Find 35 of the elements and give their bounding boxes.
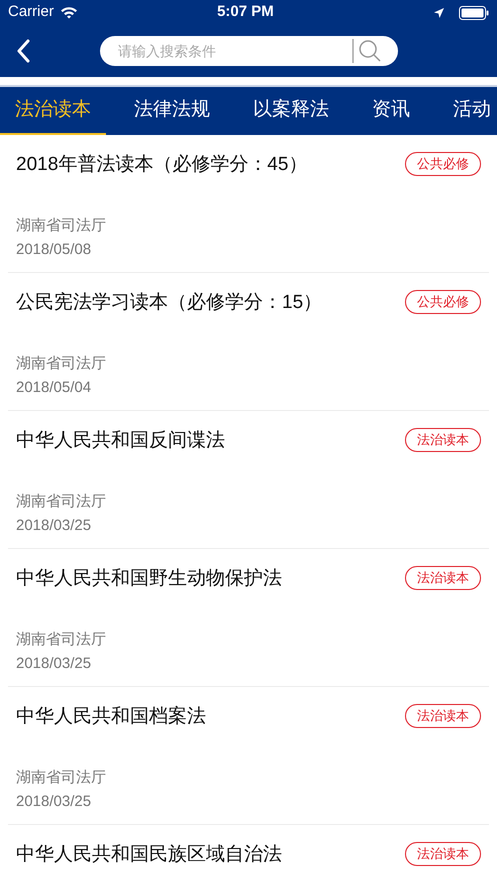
category-tag: 法治读本 bbox=[405, 428, 481, 452]
category-tab[interactable]: 活动 bbox=[438, 87, 497, 135]
article-source: 湖南省司法厅 bbox=[16, 354, 107, 374]
article-source: 湖南省司法厅 bbox=[16, 216, 107, 236]
category-tag: 公共必修 bbox=[405, 290, 481, 314]
article-date: 2018/03/25 bbox=[16, 516, 92, 536]
location-arrow-icon bbox=[433, 6, 445, 18]
article-date: 2018/03/25 bbox=[16, 654, 92, 674]
category-tab[interactable]: 法治读本 bbox=[0, 87, 106, 135]
search-field[interactable]: 请输入搜索条件 bbox=[118, 40, 352, 62]
category-tab[interactable]: 法律法规 bbox=[119, 87, 225, 135]
article-source: 湖南省司法厅 bbox=[16, 492, 107, 512]
category-tag: 法治读本 bbox=[405, 842, 481, 866]
category-tag: 法治读本 bbox=[405, 704, 481, 728]
category-tab[interactable]: 资讯 bbox=[357, 87, 425, 135]
article-title[interactable]: 中华人民共和国反间谍法 bbox=[16, 427, 225, 455]
article-title[interactable]: 2018年普法读本（必修学分：45） bbox=[16, 151, 308, 179]
article-title[interactable]: 中华人民共和国民族区域自治法 bbox=[16, 841, 282, 869]
article-date: 2018/05/04 bbox=[16, 378, 92, 398]
search-bar[interactable]: 请输入搜索条件 bbox=[100, 36, 398, 66]
article-title[interactable]: 中华人民共和国档案法 bbox=[16, 703, 206, 731]
category-tag: 公共必修 bbox=[405, 152, 481, 176]
article-date: 2018/03/25 bbox=[16, 792, 92, 812]
wifi-icon bbox=[60, 6, 78, 19]
clock-time: 5:07 PM bbox=[216, 2, 275, 22]
article-source: 湖南省司法厅 bbox=[16, 630, 107, 650]
back-chevron-icon bbox=[16, 39, 30, 63]
article-date: 2018/05/08 bbox=[16, 240, 92, 260]
article-title[interactable]: 中华人民共和国野生动物保护法 bbox=[16, 565, 282, 593]
article-source: 湖南省司法厅 bbox=[16, 768, 107, 788]
category-tab[interactable]: 以案释法 bbox=[238, 87, 344, 135]
article-title[interactable]: 公民宪法学习读本（必修学分：15） bbox=[16, 289, 322, 317]
category-tag: 法治读本 bbox=[405, 566, 481, 590]
battery-icon bbox=[459, 6, 489, 20]
carrier-label: Carrier bbox=[8, 2, 54, 22]
